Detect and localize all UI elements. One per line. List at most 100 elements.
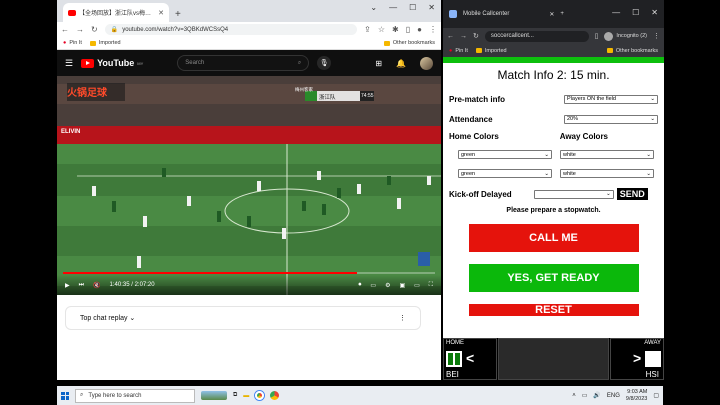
chevron-down-icon[interactable]: ⌄ [370,3,377,12]
network-icon[interactable]: ▭ [582,392,588,399]
away-panel[interactable]: AWAY > HSI [610,338,664,380]
address-bar[interactable]: 🔒 youtube.com/watch?v=3QBKdWCSsQ4 [104,24,358,35]
new-tab-icon[interactable]: + [175,9,181,20]
settings-icon[interactable]: ⚙ [385,282,390,289]
bookmark-imported[interactable]: Imported [475,48,507,54]
video-frame [57,76,441,295]
notifications-icon[interactable]: 🔔 [396,59,406,68]
pin-icon: ● [449,47,453,54]
window-controls: ⌄ — ☐ ✕ [370,3,435,12]
new-tab-icon[interactable]: + [560,11,564,17]
microphone-icon[interactable]: 🎙 [317,56,332,70]
youtube-logo[interactable]: YouTube MY [81,58,143,68]
create-icon[interactable]: ⊞ [375,59,382,68]
away-color-2-select[interactable]: white ⌄ [560,169,654,178]
call-me-button[interactable]: CALL ME [468,224,639,252]
away-color-1-select[interactable]: white ⌄ [560,150,654,159]
reset-button[interactable]: RESET [468,304,639,316]
maximize-icon[interactable]: ☐ [632,8,639,17]
minimize-icon[interactable]: — [389,3,397,12]
bookmark-pinit[interactable]: ● Pin It [449,48,468,54]
tab-title[interactable]: Mobile Callcenter [463,11,509,17]
landscape-widget-icon[interactable] [201,391,227,400]
other-bookmarks[interactable]: Other bookmarks [606,48,658,54]
chat-selector[interactable]: Top chat replay ⌄ [80,314,135,322]
time-display: 1:40:35 / 2:07:20 [109,282,155,288]
away-arrow-icon[interactable]: > [633,350,641,366]
task-view-icon[interactable]: ⧉ [233,392,237,399]
sidepanel-icon[interactable]: ▯ [595,32,599,40]
file-explorer-icon[interactable]: ▬ [243,393,249,399]
close-icon[interactable]: ✕ [158,9,164,17]
close-icon[interactable]: ✕ [549,11,554,18]
home-panel[interactable]: HOME < BEI [443,338,497,380]
autoplay-icon[interactable]: ⏺ [358,282,361,289]
close-window-icon[interactable]: ✕ [651,8,658,17]
send-button[interactable]: SEND [616,188,648,200]
home-kit-icon [446,351,462,367]
away-colors-label: Away Colors [559,132,608,141]
video-player[interactable]: 火锅足球 梅州客家 浙江队 74:55 ELIVIN ▶ ⏭ 🔇 1:40:35… [57,76,441,295]
fullscreen-icon[interactable]: ⛶ [429,282,433,289]
next-icon[interactable]: ⏭ [79,282,84,289]
volume-icon[interactable]: 🔊 [593,392,600,399]
bookmarks-bar: ● Pin It Imported Other bookmarks [57,37,441,50]
progress-bar[interactable] [63,272,435,274]
score-team1: 梅州客家 [295,87,313,92]
minimize-icon[interactable]: — [612,8,620,17]
extensions-icon[interactable]: ✱ [392,25,399,34]
home-color-2-select[interactable]: green ⌄ [458,169,552,178]
bookmark-pinit[interactable]: ● Pin It [63,40,82,46]
incognito-badge[interactable]: Incognito (2) [604,31,647,41]
tab-youtube[interactable]: 【全场回放】浙江队vs梅州客家 2023... ✕ [63,3,169,22]
menu-icon[interactable]: ⋮ [429,25,437,34]
share-icon[interactable]: ⇪ [364,25,371,34]
maximize-icon[interactable]: ☐ [409,3,416,12]
address-bar[interactable]: soccercallcent... [484,30,589,42]
hamburger-menu-icon[interactable]: ☰ [65,58,73,69]
theater-icon[interactable]: ▭ [414,282,420,289]
windows-start-icon[interactable] [61,391,69,400]
chat-replay-header: Top chat replay ⌄ ⋮ [65,306,421,330]
home-color-1-select[interactable]: green ⌄ [458,150,552,159]
yes-get-ready-button[interactable]: YES, GET READY [468,264,639,292]
more-icon[interactable]: ⋮ [399,314,406,322]
back-icon[interactable]: ← [447,33,454,40]
miniplayer-icon[interactable]: ▣ [399,282,405,289]
captions-icon[interactable]: ▭ [370,282,376,289]
forward-icon[interactable]: → [76,25,84,34]
play-icon[interactable]: ▶ [65,282,70,289]
notification-icon[interactable]: ▢ [653,392,659,399]
reload-icon[interactable]: ↻ [91,25,98,34]
forward-icon[interactable]: → [460,33,467,40]
taskbar-search-input[interactable]: ⌕ Type here to search [75,388,195,403]
sponsor-board: ELIVIN [61,129,81,135]
mute-icon[interactable]: 🔇 [93,282,100,289]
kickoff-select[interactable]: ⌄ [533,189,614,199]
language-indicator[interactable]: ENG [607,393,620,399]
bookmark-imported[interactable]: Imported [89,40,121,46]
player-controls: ▶ ⏭ 🔇 1:40:35 / 2:07:20 ⏺ ▭ ⚙ ▣ ▭ ⛶ [57,272,441,295]
close-window-icon[interactable]: ✕ [428,3,435,12]
prematch-select[interactable]: Players ON the field ⌄ [564,94,658,104]
chevron-up-icon[interactable]: ˄ [572,393,576,399]
star-icon[interactable]: ☆ [378,25,385,34]
profile-icon[interactable]: ● [417,25,422,34]
chrome-icon[interactable] [255,391,265,400]
search-input[interactable]: Search ⌕ [177,55,310,71]
other-bookmarks[interactable]: Other bookmarks [383,40,435,46]
youtube-header: ☰ YouTube MY Search ⌕ 🎙 ⊞ 🔔 [57,50,441,76]
menu-icon[interactable]: ⋮ [653,32,660,40]
reload-icon[interactable]: ↻ [473,32,479,40]
search-icon[interactable]: ⌕ [298,60,301,67]
avatar[interactable] [420,56,433,70]
callcenter-form: Match Info 2: 15 min. Pre-match info Pla… [443,68,664,316]
browser-toolbar: ← → ↻ 🔒 youtube.com/watch?v=3QBKdWCSsQ4 … [57,22,441,37]
folder-icon [383,40,390,46]
back-icon[interactable]: ← [61,25,69,34]
chrome-icon[interactable] [270,391,280,400]
attendance-select[interactable]: 20% ⌄ [564,114,658,124]
clock[interactable]: 9:03 AM 9/8/2023 [626,389,647,403]
sidepanel-icon[interactable]: ▯ [406,25,410,34]
home-arrow-icon[interactable]: < [466,350,474,366]
